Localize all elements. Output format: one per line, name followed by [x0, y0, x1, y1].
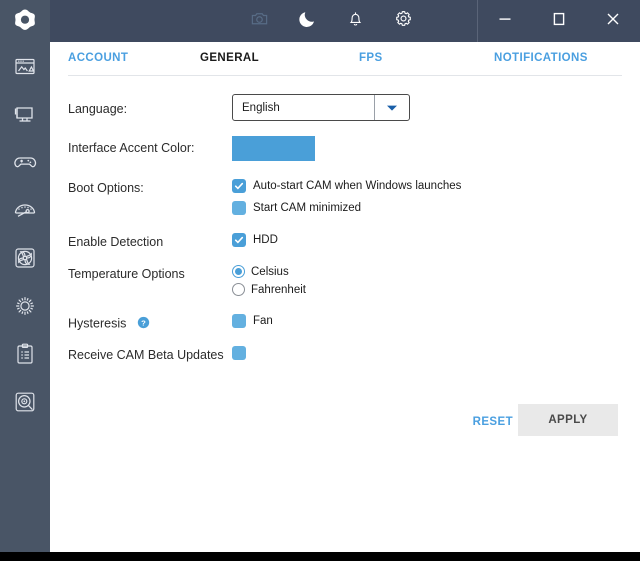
sidebar-item-cooling[interactable] [0, 234, 50, 282]
chevron-down-icon [374, 95, 409, 120]
settings-button[interactable] [379, 0, 427, 42]
radio-celsius-label: Celsius [251, 265, 289, 278]
checkbox-beta-updates[interactable] [232, 346, 246, 360]
hysteresis-label-group: Hysteresis ? [68, 316, 150, 332]
checkbox-unchecked-icon [232, 314, 246, 328]
radio-selected-icon [232, 265, 245, 278]
tab-account[interactable]: ACCOUNT [68, 52, 128, 64]
gear-icon [394, 9, 413, 33]
language-label: Language: [68, 102, 128, 116]
disc-icon [13, 390, 37, 414]
row-beta-updates: Receive CAM Beta Updates [50, 346, 640, 378]
close-icon [604, 10, 622, 33]
gauge-icon [12, 198, 38, 222]
nzxt-cam-logo[interactable] [0, 0, 50, 42]
radio-fahrenheit[interactable]: Fahrenheit [232, 283, 306, 296]
checkbox-hdd[interactable]: HDD [232, 233, 278, 247]
notifications-button[interactable] [331, 0, 379, 42]
temperature-options-label: Temperature Options [68, 267, 185, 281]
content-panel: ACCOUNT GENERAL FPS NOTIFICATIONS Langua… [50, 42, 640, 552]
general-settings-form: Language: English Interface Accent Color… [50, 76, 640, 378]
cam-application-window: ACCOUNT GENERAL FPS NOTIFICATIONS Langua… [0, 0, 640, 552]
checkbox-autostart-label: Auto-start CAM when Windows launches [253, 180, 462, 192]
tab-bar: ACCOUNT GENERAL FPS NOTIFICATIONS [68, 42, 622, 76]
sidebar-item-storage[interactable] [0, 378, 50, 426]
apply-button[interactable]: APPLY [518, 404, 618, 436]
checkbox-fan-label: Fan [253, 315, 273, 327]
checkbox-autostart[interactable]: Auto-start CAM when Windows launches [232, 179, 461, 193]
minimize-button[interactable] [478, 0, 532, 42]
radio-fahrenheit-label: Fahrenheit [251, 283, 306, 296]
svg-text:?: ? [141, 318, 146, 327]
title-bar [50, 0, 640, 42]
sidebar [0, 0, 50, 552]
hysteresis-label: Hysteresis [68, 316, 127, 331]
row-boot-options: Boot Options: Auto-start CAM when Window… [50, 179, 640, 233]
tab-notifications[interactable]: NOTIFICATIONS [494, 52, 588, 64]
language-selected-value: English [242, 101, 280, 114]
maximize-icon [551, 11, 567, 32]
fan-icon [13, 246, 37, 270]
checkbox-checked-icon [232, 233, 246, 247]
titlebar-actions [235, 0, 427, 42]
row-language: Language: English [50, 94, 640, 136]
camera-icon [250, 9, 269, 33]
sidebar-item-games[interactable] [0, 138, 50, 186]
sidebar-item-dashboard[interactable] [0, 42, 50, 90]
checkbox-hdd-label: HDD [253, 234, 278, 246]
row-hysteresis: Hysteresis ? Fan [50, 314, 640, 346]
bell-icon [346, 9, 365, 33]
close-button[interactable] [586, 0, 640, 42]
pc-monitor-icon [13, 102, 37, 126]
clipboard-icon [13, 342, 37, 366]
checkbox-fan[interactable]: Fan [232, 314, 273, 328]
checkbox-unchecked-icon [232, 201, 246, 215]
lighting-sun-icon [13, 294, 37, 318]
gamepad-icon [12, 150, 38, 174]
minimize-icon [497, 11, 513, 32]
row-accent-color: Interface Accent Color: [50, 136, 640, 181]
row-temperature-options: Temperature Options Celsius Fahrenheit [50, 265, 640, 314]
checkbox-start-minimized[interactable]: Start CAM minimized [232, 201, 461, 215]
tab-general[interactable]: GENERAL [200, 52, 259, 64]
accent-color-swatch[interactable] [232, 136, 315, 161]
moon-icon [298, 9, 317, 33]
sidebar-item-overclocking[interactable] [0, 186, 50, 234]
help-circle-icon[interactable]: ? [137, 316, 150, 332]
beta-updates-label: Receive CAM Beta Updates [68, 348, 224, 362]
window-controls [477, 0, 640, 42]
radio-celsius[interactable]: Celsius [232, 265, 306, 278]
enable-detection-label: Enable Detection [68, 235, 164, 249]
sidebar-item-lighting[interactable] [0, 282, 50, 330]
accent-color-label: Interface Accent Color: [68, 141, 195, 155]
screenshot-button[interactable] [235, 0, 283, 42]
sidebar-item-pc-monitoring[interactable] [0, 90, 50, 138]
form-footer: RESET APPLY [50, 404, 640, 448]
tab-fps[interactable]: FPS [359, 52, 383, 64]
reset-button[interactable]: RESET [473, 416, 513, 428]
boot-options-label: Boot Options: [68, 181, 144, 195]
language-select[interactable]: English [232, 94, 410, 121]
checkbox-unchecked-icon [232, 346, 246, 360]
checkbox-start-minimized-label: Start CAM minimized [253, 202, 361, 214]
dashboard-icon [13, 54, 37, 78]
night-mode-button[interactable] [283, 0, 331, 42]
maximize-button[interactable] [532, 0, 586, 42]
radio-unselected-icon [232, 283, 245, 296]
row-enable-detection: Enable Detection HDD [50, 233, 640, 265]
sidebar-item-specs[interactable] [0, 330, 50, 378]
checkbox-checked-icon [232, 179, 246, 193]
